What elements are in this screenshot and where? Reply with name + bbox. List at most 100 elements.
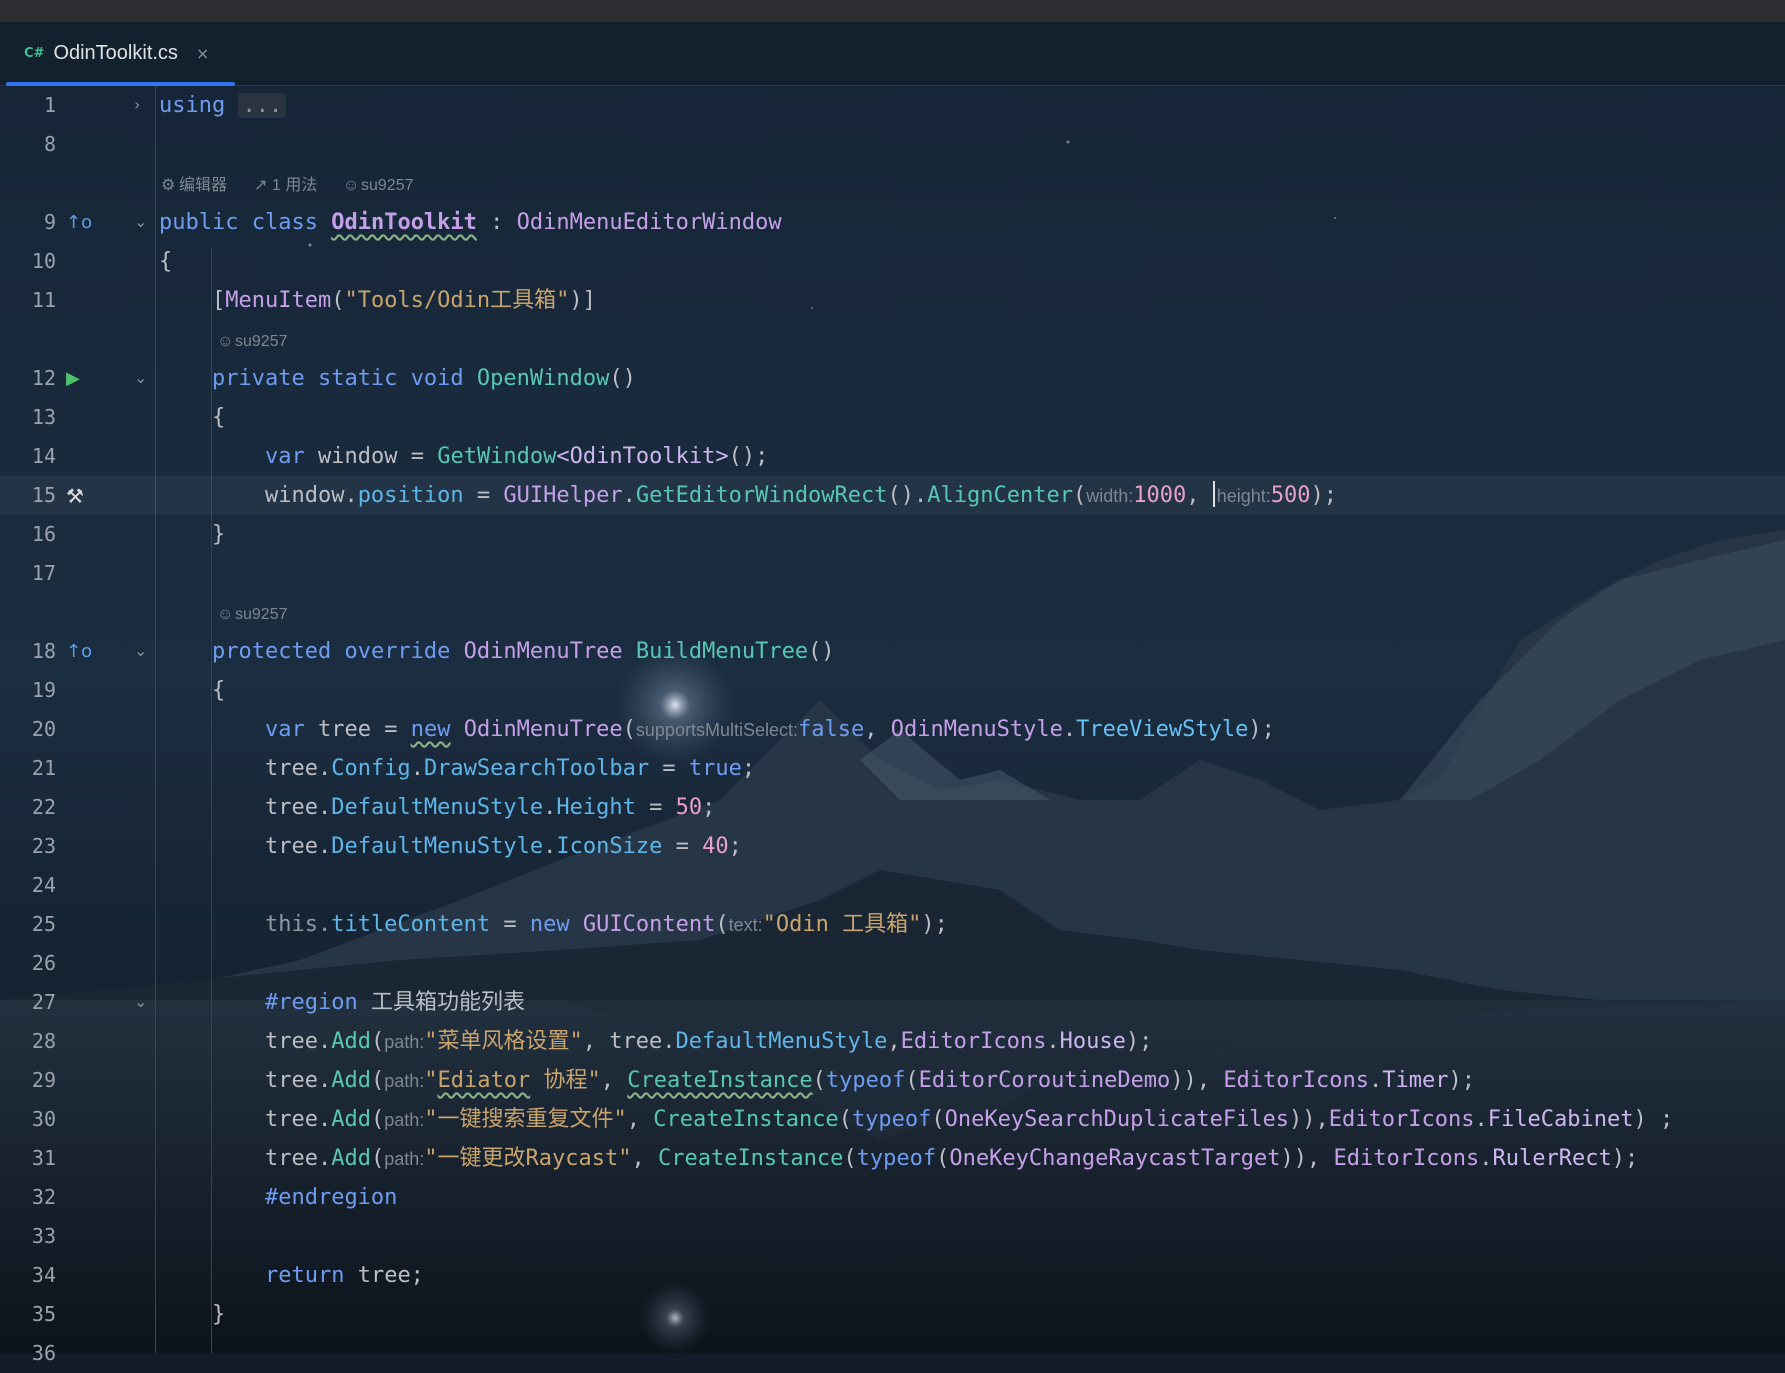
paren: ( [936,1146,950,1171]
bracket: [ [211,288,226,313]
keyword: return [264,1263,345,1288]
method-name: OpenWindow [476,366,610,391]
comma: , [887,1029,901,1054]
chevron-down-icon[interactable]: ⌄ [134,640,147,662]
text-caret [1212,481,1215,507]
comma: , [1196,1068,1211,1093]
region-label: 工具箱功能列表 [370,990,525,1015]
code-line[interactable]: 24 [0,866,1785,905]
chevron-right-icon[interactable]: › [134,94,140,116]
code-line[interactable]: 31 tree.Add(path:"一键更改Raycast", CreateIn… [0,1139,1785,1178]
code-line[interactable]: 14 var window = GetWindow<OdinToolkit>()… [0,437,1785,476]
paren: ); [1611,1146,1639,1171]
line-number: 26 [31,951,56,975]
property: DefaultMenuStyle [675,1029,888,1054]
paren: () [808,639,835,664]
string: 协程" [530,1068,601,1093]
close-icon[interactable]: × [196,44,209,63]
code-line[interactable]: 8 [0,125,1785,164]
code-vision-hints: ☺ su9257 [0,595,1785,634]
region-directive: #endregion [264,1185,398,1210]
code-line[interactable]: 1 › using ... [0,86,1785,125]
code-line[interactable]: 33 [0,1217,1785,1256]
property: IconSize [556,834,663,859]
hint-usages[interactable]: 1 用法 [272,166,317,205]
code-line[interactable]: 17 [0,554,1785,593]
brace: } [211,1302,226,1327]
code-line[interactable]: 36 [0,1334,1785,1373]
brace: { [159,249,173,274]
code-line[interactable]: 26 [0,944,1785,983]
comma: , [864,717,878,742]
code-line[interactable]: 9 ↑o ⌄ public class OdinToolkit : OdinMe… [0,203,1785,242]
line-number: 33 [31,1224,56,1248]
code-line[interactable]: 21 tree.Config.DrawSearchToolbar = true; [0,749,1785,788]
code-line[interactable]: 16 } [0,515,1785,554]
attribute-name: MenuItem [225,288,332,313]
property: Timer [1382,1068,1449,1093]
paren: )) [1170,1068,1197,1093]
method-name: Add [331,1068,371,1093]
overrides-icon[interactable]: ↑o [66,640,92,664]
line-number: 24 [31,873,56,897]
chevron-down-icon[interactable]: ⌄ [134,211,147,233]
identifier: tree. [264,756,332,781]
bracket: )] [569,288,596,313]
code-line[interactable]: 12 ▶ ⌄ private static void OpenWindow() [0,359,1785,398]
paren: ( [931,1107,945,1132]
base-class: OdinMenuEditorWindow [516,210,782,235]
implemented-icon[interactable]: ↑o [66,211,92,235]
code-line[interactable]: 10 { [0,242,1785,281]
type-name: GUIHelper [503,483,623,508]
code-line[interactable]: 20 var tree = new OdinMenuTree(supportsM… [0,710,1785,749]
brace: { [211,678,226,703]
line-number: 27 [31,990,56,1014]
hammer-icon[interactable]: ⚒ [66,484,92,508]
code-line[interactable]: 19 { [0,671,1785,710]
code-line[interactable]: 13 { [0,398,1785,437]
code-line[interactable]: 23 tree.DefaultMenuStyle.IconSize = 40; [0,827,1785,866]
code-editor[interactable]: 1 › using ... 8 ⚙ 编辑器 ↗ 1 用法 ☺ su9257 9 … [0,86,1785,1365]
chevron-down-icon[interactable]: ⌄ [134,991,147,1013]
user-icon: ☺ [217,333,234,350]
line-number: 10 [31,249,56,273]
keyword: override [344,639,451,664]
code-line-current[interactable]: 15 ⚒ window.position = GUIHelper.GetEdit… [0,476,1785,515]
string: Raycast" [525,1146,632,1171]
code-line[interactable]: 27 ⌄ #region 工具箱功能列表 [0,983,1785,1022]
type-name: OneKeySearchDuplicateFiles [944,1107,1290,1132]
hint-author[interactable]: su9257 [361,166,414,205]
hint-editor[interactable]: 编辑器 [179,166,227,205]
line-number: 8 [43,132,56,156]
hint-author[interactable]: su9257 [235,322,288,361]
code-line[interactable]: 18 ↑o ⌄ protected override OdinMenuTree … [0,632,1785,671]
folded-block[interactable]: ... [238,93,287,118]
hint-author[interactable]: su9257 [235,595,288,634]
csharp-file-icon: C# [24,46,45,61]
code-line[interactable]: 11 [MenuItem("Tools/Odin工具箱")] [0,281,1785,320]
code-line[interactable]: 25 this.titleContent = new GUIContent(te… [0,905,1785,944]
run-icon[interactable]: ▶ [66,367,92,391]
code-line[interactable]: 22 tree.DefaultMenuStyle.Height = 50; [0,788,1785,827]
comma: , [1186,483,1200,508]
identifier: tree. [264,834,332,859]
chevron-down-icon[interactable]: ⌄ [134,367,147,389]
code-line[interactable]: 28 tree.Add(path:"菜单风格设置", tree.DefaultM… [0,1022,1785,1061]
property: Height [556,795,636,820]
code-line[interactable]: 34 return tree; [0,1256,1785,1295]
tab-odintoolkit[interactable]: C# OdinToolkit.cs × [6,22,235,86]
number: 50 [675,795,703,820]
tab-filename: OdinToolkit.cs [53,42,178,64]
keyword: false [797,717,865,742]
comma: , [1307,1146,1321,1171]
type-name: OdinMenuTree [463,717,623,742]
property: DefaultMenuStyle [331,834,544,859]
code-line[interactable]: 35 } [0,1295,1785,1334]
keyword: static [317,366,398,391]
code-line[interactable]: 32 #endregion [0,1178,1785,1217]
user-icon: ☺ [343,177,360,194]
code-line[interactable]: 29 tree.Add(path:"Ediator 协程", CreateIns… [0,1061,1785,1100]
code-line[interactable]: 30 tree.Add(path:"一键搜索重复文件", CreateInsta… [0,1100,1785,1139]
type-name: OdinMenuStyle [890,717,1063,742]
paren: () [609,366,636,391]
